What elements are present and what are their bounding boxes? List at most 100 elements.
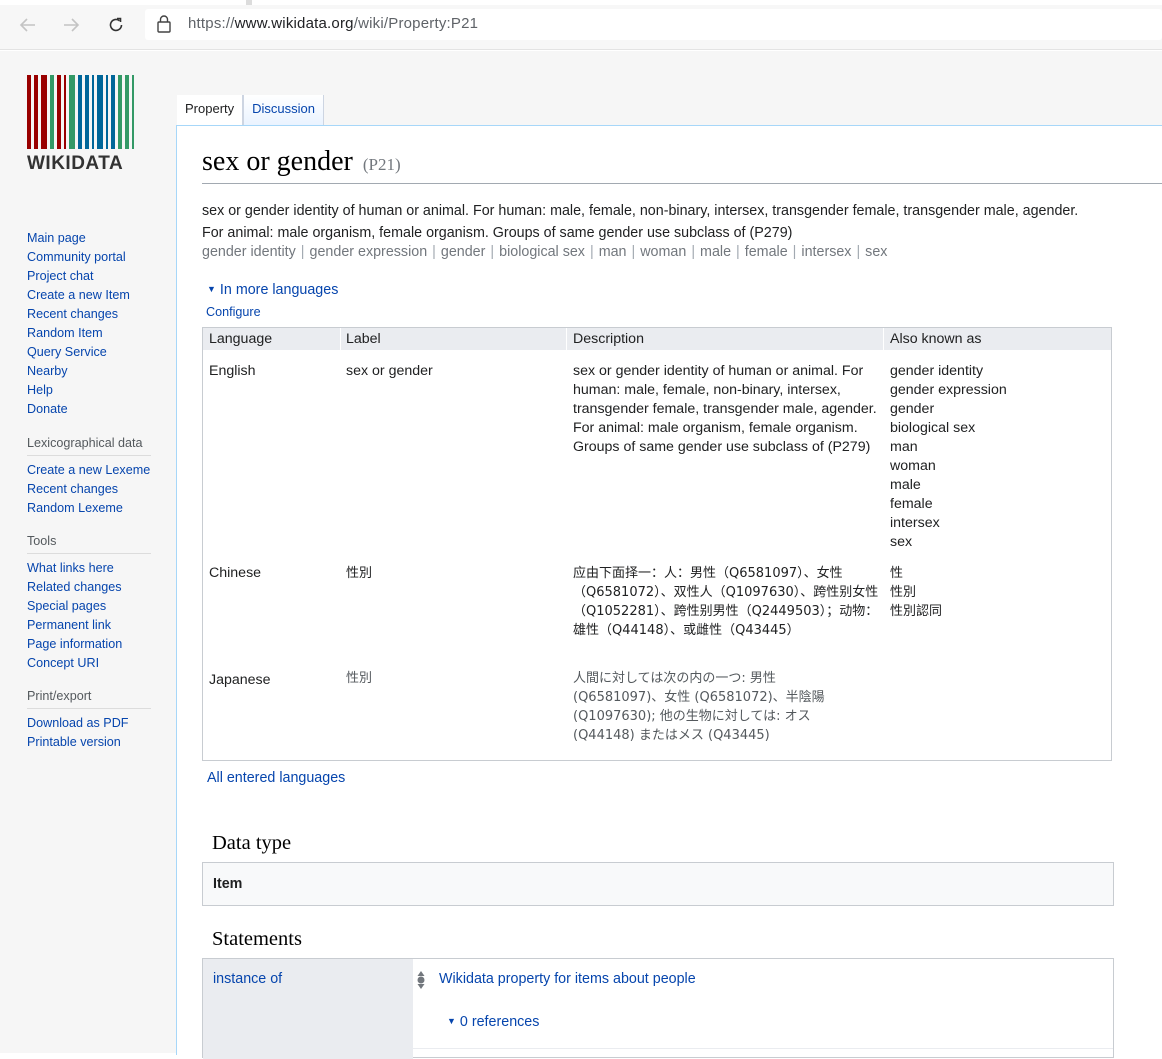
sidebar-item-page-information[interactable]: Page information [27,635,157,654]
row-label: 性別 [346,671,373,686]
row-aliases: 性 性別 性別認同 [890,564,942,621]
alias-item: intersex [890,515,940,531]
column-header-language: Language [209,331,273,347]
logo-bars [27,75,149,149]
in-more-languages-label: In more languages [219,282,339,298]
row-description: sex or gender identity of human or anima… [573,363,877,455]
column-header-aliases: Also known as [890,331,982,347]
triangle-down-icon: ▼ [447,1016,456,1026]
alias: male [700,244,732,260]
table-header: Language Label Description Also known as [203,328,1111,350]
alias-item: biological sex [890,420,976,436]
statement-value-link[interactable]: Wikidata property for items about people [439,971,696,987]
data-type-value: Item [213,876,243,892]
sidebar: Main page Community portal Project chat … [27,229,157,752]
entity-aliases: gender identity | gender expression | gender… [202,244,888,260]
statement-property-link[interactable]: instance of [213,971,282,987]
sidebar-item-donate[interactable]: Donate [27,400,157,419]
sidebar-item-special-pages[interactable]: Special pages [27,597,157,616]
lock-icon[interactable] [156,14,174,34]
logo-wordmark: WIKIDATA [27,153,124,174]
row-label: 性別 [346,566,373,581]
url-host: www.wikidata.org [234,15,354,32]
tab-discussion[interactable]: Discussion [243,95,324,125]
sidebar-heading-print: Print/export [27,688,151,709]
sidebar-item-query-service[interactable]: Query Service [27,343,157,362]
languages-table: Language Label Description Also known as… [202,327,1112,761]
sidebar-item-related-changes[interactable]: Related changes [27,578,157,597]
alias-item: man [890,439,918,455]
row-label: sex or gender [346,363,433,379]
entity-id: (P21) [362,155,401,174]
row-description: 人間に対しては次の内の一つ: 男性 (Q6581097)、女性 (Q658107… [573,671,825,743]
reload-icon[interactable] [103,12,129,38]
sidebar-item-concept-uri[interactable]: Concept URI [27,654,157,673]
sidebar-item-what-links-here[interactable]: What links here [27,559,157,578]
sidebar-item-lexeme-recent-changes[interactable]: Recent changes [27,480,157,499]
alias-item: woman [890,458,936,474]
alias-item: 性 [890,566,904,581]
tab-property[interactable]: Property [177,95,244,125]
alias-item: female [890,496,933,512]
sidebar-item-community-portal[interactable]: Community portal [27,248,157,267]
alias: gender [440,244,486,260]
main-content: sex or gender (P21) sex or gender identit… [176,125,1162,1059]
row-language: Japanese [209,672,271,688]
sidebar-item-nearby[interactable]: Nearby [27,362,157,381]
column-header-description: Description [573,331,644,347]
alias: woman [640,244,687,260]
row-language: Chinese [209,565,262,581]
alias: gender identity [202,244,296,260]
sidebar-item-download-pdf[interactable]: Download as PDF [27,714,157,733]
wikidata-logo[interactable]: WIKIDATA [27,75,149,175]
sidebar-heading-lexicographical: Lexicographical data [27,435,151,456]
sidebar-item-printable-version[interactable]: Printable version [27,733,157,752]
triangle-down-icon: ▼ [207,284,216,294]
url-text[interactable]: https://www.wikidata.org/wiki/Property:P… [188,15,478,32]
sidebar-item-create-item[interactable]: Create a new Item [27,286,157,305]
statement-property: instance of [203,959,413,1059]
alias-item: male [890,477,921,493]
alias: intersex [801,244,852,260]
row-language: English [209,363,256,379]
browser-toolbar: https://www.wikidata.org/wiki/Property:P… [0,0,1162,50]
alias: man [598,244,627,260]
alias-item: 性別 [890,585,917,600]
references-label: 0 references [459,1014,540,1030]
entity-description: sex or gender identity of human or anima… [202,203,1079,241]
sidebar-item-create-lexeme[interactable]: Create a new Lexeme [27,461,157,480]
row-aliases: gender identity gender expression gender… [890,362,1007,552]
sidebar-heading-tools: Tools [27,533,151,554]
sidebar-nav: Main page Community portal Project chat … [27,229,157,419]
page-tabs: Property Discussion [177,95,324,125]
url-path: /wiki/Property:P21 [353,15,479,32]
sidebar-item-random-item[interactable]: Random Item [27,324,157,343]
sidebar-item-project-chat[interactable]: Project chat [27,267,157,286]
wiki-page: WIKIDATA Main page Community portal Proj… [0,51,1162,1059]
divider [413,1048,1113,1049]
alias: female [744,244,788,260]
alias: sex [865,244,888,260]
all-entered-languages-link[interactable]: All entered languages [207,770,345,786]
sidebar-item-main-page[interactable]: Main page [27,229,157,248]
sidebar-item-recent-changes[interactable]: Recent changes [27,305,157,324]
references-toggle[interactable]: ▼ 0 references [447,1014,539,1030]
alias-item: gender expression [890,382,1007,398]
normal-rank-icon[interactable] [416,969,426,991]
in-more-languages-toggle[interactable]: ▼ In more languages [207,282,338,298]
forward-arrow-icon[interactable] [58,12,84,38]
url-scheme: https:// [188,15,235,32]
sidebar-item-permanent-link[interactable]: Permanent link [27,616,157,635]
configure-link[interactable]: Configure [206,305,261,319]
back-arrow-icon[interactable] [15,12,41,38]
entity-label: sex or gender [202,146,353,177]
statement-group: instance of Wikidata property for items … [202,958,1114,1059]
sidebar-item-random-lexeme[interactable]: Random Lexeme [27,499,157,518]
tab-strip [0,0,1162,5]
alias-item: 性別認同 [890,604,943,619]
sidebar-item-help[interactable]: Help [27,381,157,400]
section-heading-data-type: Data type [212,832,292,854]
row-description: 应由下面择一：人：男性（Q6581097）、女性（Q6581072）、双性人（Q… [573,566,879,638]
alias: gender expression [309,244,428,260]
section-heading-statements: Statements [212,928,302,950]
